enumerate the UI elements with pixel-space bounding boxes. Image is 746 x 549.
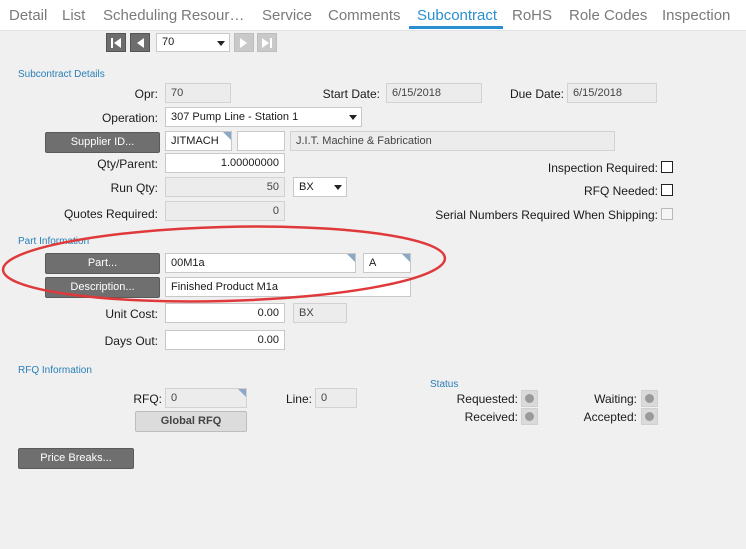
- prev-record-icon: [137, 38, 144, 48]
- status-requested-label: Requested:: [456, 392, 518, 406]
- last-record-icon: [262, 38, 272, 48]
- tab-rohs[interactable]: RoHS: [512, 7, 552, 24]
- supplier-id-field[interactable]: JITMACH: [165, 131, 232, 151]
- operation-value: 307 Pump Line - Station 1: [171, 111, 299, 123]
- opr-label: Opr:: [134, 87, 158, 101]
- section-subcontract-details: Subcontract Details: [18, 69, 105, 80]
- days-out-field[interactable]: 0.00: [165, 330, 285, 350]
- serial-required-label: Serial Numbers Required When Shipping:: [435, 208, 658, 222]
- tab-role-codes[interactable]: Role Codes: [569, 7, 647, 24]
- tab-list[interactable]: List: [62, 7, 85, 24]
- requested-indicator: [521, 390, 538, 407]
- tab-scheduling[interactable]: Scheduling: [103, 7, 177, 24]
- tab-comments[interactable]: Comments: [328, 7, 401, 24]
- prev-record-button[interactable]: [130, 33, 150, 52]
- rfq-field[interactable]: 0: [165, 388, 247, 408]
- supplier-id-button[interactable]: Supplier ID...: [45, 132, 160, 153]
- quotes-required-label: Quotes Required:: [63, 207, 158, 221]
- rfq-needed-checkbox[interactable]: [661, 184, 673, 196]
- run-qty-label: Run Qty:: [110, 181, 158, 195]
- accepted-indicator: [641, 408, 658, 425]
- first-record-button[interactable]: [106, 33, 126, 52]
- days-out-label: Days Out:: [104, 334, 158, 348]
- tab-detail[interactable]: Detail: [9, 7, 47, 24]
- due-date-field[interactable]: 6/15/2018: [567, 83, 657, 103]
- inspection-required-label: Inspection Required:: [547, 161, 658, 175]
- status-waiting-label: Waiting:: [594, 392, 637, 406]
- active-tab-indicator: [409, 26, 503, 29]
- first-record-icon: [111, 38, 121, 48]
- received-indicator: [521, 408, 538, 425]
- section-status: Status: [430, 379, 459, 390]
- tab-subcontract[interactable]: Subcontract: [417, 7, 497, 24]
- record-selector[interactable]: 70: [156, 33, 230, 52]
- chevron-down-icon: [334, 185, 342, 190]
- serial-required-checkbox[interactable]: [661, 208, 673, 220]
- price-breaks-button[interactable]: Price Breaks...: [18, 448, 134, 469]
- operation-label: Operation:: [101, 111, 158, 125]
- line-label: Line:: [285, 392, 312, 406]
- global-rfq-button[interactable]: Global RFQ: [135, 411, 247, 432]
- run-qty-field[interactable]: 50: [165, 177, 285, 197]
- last-record-button[interactable]: [257, 33, 277, 52]
- run-qty-uom-dropdown[interactable]: BX: [293, 177, 347, 197]
- waiting-indicator: [641, 390, 658, 407]
- supplier-secondary-field[interactable]: [237, 131, 285, 151]
- status-accepted-label: Accepted:: [583, 410, 637, 424]
- operation-dropdown[interactable]: 307 Pump Line - Station 1: [165, 107, 362, 127]
- section-rfq-information: RFQ Information: [18, 365, 92, 376]
- start-date-field[interactable]: 6/15/2018: [386, 83, 482, 103]
- record-selector-value: 70: [162, 36, 175, 48]
- due-date-label: Due Date:: [509, 87, 564, 101]
- rfq-needed-label: RFQ Needed:: [583, 184, 658, 198]
- qty-parent-label: Qty/Parent:: [97, 157, 158, 171]
- opr-field[interactable]: 70: [165, 83, 231, 103]
- next-record-icon: [240, 38, 247, 48]
- tab-inspection[interactable]: Inspection: [662, 7, 730, 24]
- next-record-button[interactable]: [234, 33, 254, 52]
- status-received-label: Received:: [464, 410, 518, 424]
- unit-cost-label: Unit Cost:: [105, 307, 158, 321]
- chevron-down-icon: [217, 41, 225, 46]
- run-qty-uom-value: BX: [299, 181, 314, 193]
- supplier-name-field: J.I.T. Machine & Fabrication: [290, 131, 615, 151]
- tab-resources[interactable]: Resour…: [181, 7, 244, 24]
- qty-parent-field[interactable]: 1.00000000: [165, 153, 285, 173]
- tab-bar: Detail List Scheduling Resour… Service C…: [0, 0, 746, 31]
- annotation-ellipse: [1, 225, 447, 303]
- start-date-label: Start Date:: [322, 87, 380, 101]
- tab-service[interactable]: Service: [262, 7, 312, 24]
- rfq-label: RFQ:: [133, 392, 162, 406]
- inspection-required-checkbox[interactable]: [661, 161, 673, 173]
- chevron-down-icon: [349, 115, 357, 120]
- quotes-required-field[interactable]: 0: [165, 201, 285, 221]
- line-field[interactable]: 0: [315, 388, 357, 408]
